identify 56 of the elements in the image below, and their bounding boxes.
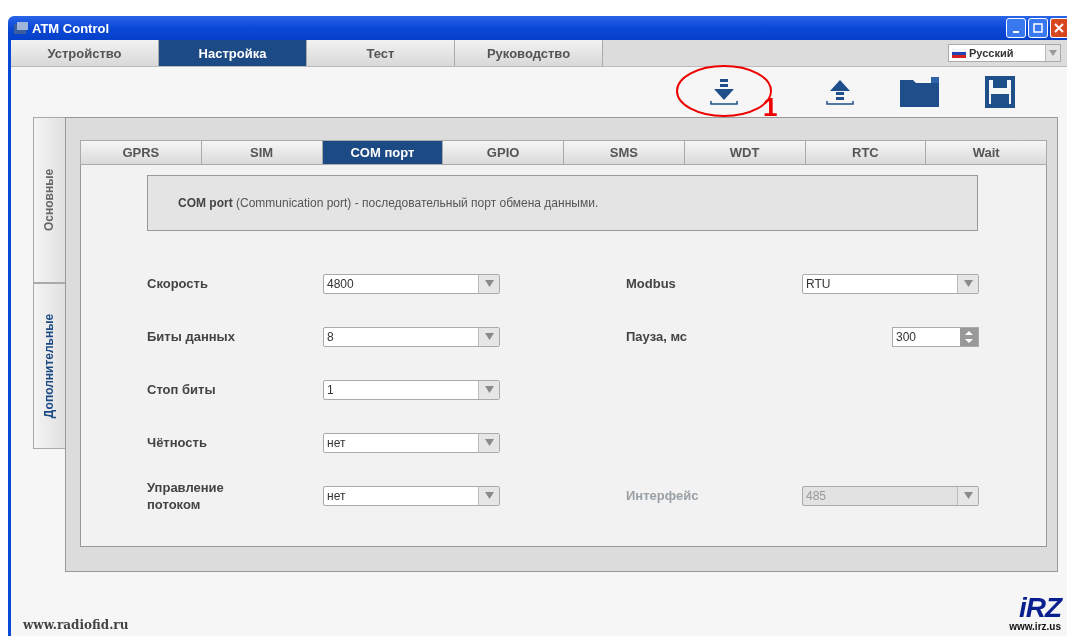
- dropdown[interactable]: 4800: [323, 273, 500, 294]
- save-icon[interactable]: [985, 76, 1015, 108]
- dropdown[interactable]: 8: [323, 326, 500, 347]
- close-button[interactable]: [1050, 18, 1067, 38]
- field-label: Чётность: [147, 434, 208, 451]
- tab[interactable]: Wait: [926, 140, 1047, 165]
- dropdown[interactable]: RTU: [802, 273, 979, 294]
- tab[interactable]: GPIO: [443, 140, 564, 165]
- dropdown[interactable]: нет: [323, 485, 500, 506]
- main-tab[interactable]: Устройство: [11, 40, 159, 66]
- dropdown[interactable]: нет: [323, 432, 500, 453]
- tab[interactable]: COM порт: [322, 140, 444, 165]
- field-label: Пауза, мс: [626, 328, 689, 345]
- main-tab[interactable]: Тест: [307, 40, 455, 66]
- main-tab[interactable]: Настройка: [159, 40, 307, 66]
- field-label: Modbus: [626, 275, 677, 292]
- folder-icon[interactable]: [899, 76, 941, 108]
- spinner-field[interactable]: 300: [892, 326, 979, 347]
- download-button[interactable]: [709, 78, 739, 106]
- flag-icon: [952, 48, 966, 58]
- side-tab[interactable]: Дополнительные: [33, 283, 65, 449]
- spinner-arrows-icon: [964, 329, 974, 344]
- field-label: Биты данных: [147, 328, 236, 345]
- caret-icon: [1049, 50, 1057, 56]
- caret-icon: [484, 492, 494, 499]
- maximize-button[interactable]: [1028, 18, 1048, 38]
- main-tab[interactable]: Руководство: [455, 40, 603, 66]
- caret-icon: [484, 439, 494, 446]
- dropdown[interactable]: 1: [323, 379, 500, 400]
- minimize-icon: [1013, 31, 1019, 33]
- caret-icon: [963, 492, 973, 499]
- description-text: COM port (Communication port) - последовательный порт обмена данными.: [178, 196, 599, 210]
- window-title: ATM Control: [32, 20, 111, 36]
- company-logo: iRZ www.irz.us: [1009, 594, 1061, 632]
- tab[interactable]: WDT: [684, 140, 806, 165]
- field-label: Управление потоком: [147, 478, 225, 513]
- language-dropdown[interactable]: Русский: [948, 44, 1061, 62]
- annotation-number: 1: [763, 94, 778, 120]
- upload-button[interactable]: [825, 78, 855, 106]
- app-icon: [14, 22, 28, 34]
- close-icon: [1054, 23, 1064, 33]
- field-label: Интерфейс: [626, 487, 700, 504]
- maximize-icon: [1033, 23, 1043, 33]
- tab[interactable]: GPRS: [80, 140, 202, 165]
- tab[interactable]: SIM: [201, 140, 323, 165]
- side-tab[interactable]: Основные: [33, 117, 65, 283]
- website-link[interactable]: www.radiofid.ru: [23, 618, 129, 632]
- tab[interactable]: RTC: [805, 140, 927, 165]
- minimize-button[interactable]: [1006, 18, 1026, 38]
- field-label: Скорость: [147, 275, 209, 292]
- caret-icon: [484, 333, 494, 340]
- caret-icon: [484, 386, 494, 393]
- tab[interactable]: SMS: [564, 140, 685, 165]
- field-label: Стоп биты: [147, 381, 217, 398]
- caret-icon: [963, 280, 973, 287]
- caret-icon: [484, 280, 494, 287]
